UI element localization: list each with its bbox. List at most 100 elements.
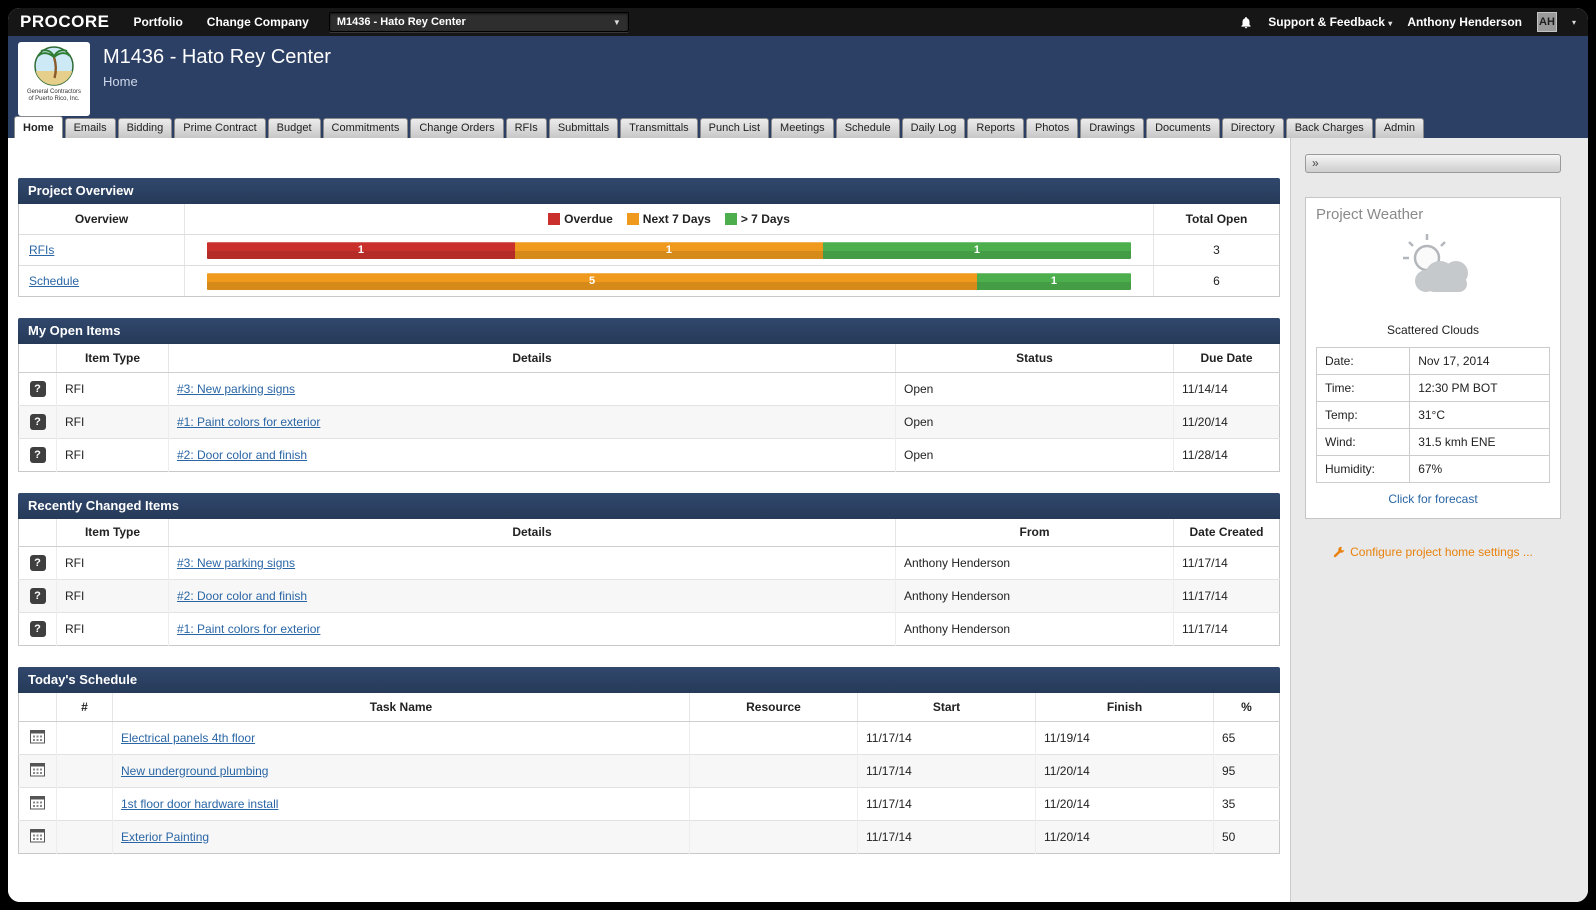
tab-drawings[interactable]: Drawings <box>1080 118 1145 138</box>
forecast-link[interactable]: Click for forecast <box>1316 492 1550 506</box>
table-row: ? RFI #1: Paint colors for exterior Anthony… <box>18 612 1280 646</box>
section-header-my-open-items: My Open Items <box>18 318 1280 344</box>
tab-directory[interactable]: Directory <box>1221 118 1284 138</box>
tab-budget[interactable]: Budget <box>267 118 321 138</box>
bar-segment: 1 <box>514 241 823 259</box>
tab-daily-log[interactable]: Daily Log <box>901 118 966 138</box>
moi-table: Item Type Details Status Due Date? RFI #3: Ne… <box>18 344 1280 472</box>
cell-task: New underground plumbing <box>112 753 690 787</box>
schedule-task-link[interactable]: New underground plumbing <box>121 764 268 778</box>
changed-item-link[interactable]: #3: New parking signs <box>177 556 295 570</box>
cell-status: Open <box>895 437 1174 471</box>
cell-from: Anthony Henderson <box>895 546 1174 580</box>
overview-item-link[interactable]: Schedule <box>29 274 79 288</box>
tab-meetings[interactable]: Meetings <box>771 118 834 138</box>
portfolio-link[interactable]: Portfolio <box>133 15 182 29</box>
column-header-from: From <box>895 518 1174 547</box>
calendar-icon <box>30 762 45 776</box>
weather-value: 31°C <box>1409 401 1550 429</box>
column-header-resource: Resource <box>689 693 858 722</box>
cell-finish: 11/20/14 <box>1035 819 1214 853</box>
tab-commitments[interactable]: Commitments <box>322 118 409 138</box>
column-header-item-type: Item Type <box>56 518 169 547</box>
bar-segment: 1 <box>822 241 1131 259</box>
tab-rfis[interactable]: RFIs <box>505 118 547 138</box>
cell-task: 1st floor door hardware install <box>112 786 690 820</box>
weather-row: Temp: 31°C <box>1315 401 1550 429</box>
legend-label: Next 7 Days <box>642 212 711 226</box>
cell-from: Anthony Henderson <box>895 612 1174 646</box>
icon-column-header <box>18 693 57 722</box>
table-row: 1st floor door hardware install 11/17/14 1… <box>18 786 1280 820</box>
tab-home[interactable]: Home <box>14 116 63 138</box>
column-header-finish: Finish <box>1035 693 1214 722</box>
overview-item-link[interactable]: RFIs <box>29 243 54 257</box>
weather-row: Wind: 31.5 kmh ENE <box>1315 428 1550 456</box>
schedule-task-link[interactable]: Exterior Painting <box>121 830 209 844</box>
configure-home-settings-link[interactable]: Configure project home settings ... <box>1305 545 1561 559</box>
cell-type: RFI <box>56 437 169 471</box>
content-area: Project Overview Overview Overdue Next 7 … <box>8 138 1588 902</box>
user-name-link[interactable]: Anthony Henderson <box>1407 15 1522 29</box>
open-item-link[interactable]: #3: New parking signs <box>177 382 295 396</box>
weather-details-table: Date: Nov 17, 2014 Time: 12:30 PM BOT Temp: 3… <box>1315 347 1550 483</box>
tab-admin[interactable]: Admin <box>1374 118 1424 138</box>
schedule-task-link[interactable]: 1st floor door hardware install <box>121 797 278 811</box>
open-item-link[interactable]: #1: Paint colors for exterior <box>177 415 320 429</box>
cell-date_created: 11/17/14 <box>1173 579 1280 613</box>
icon-column-header <box>18 518 57 547</box>
changed-item-link[interactable]: #1: Paint colors for exterior <box>177 622 320 636</box>
project-selector-dropdown[interactable]: M1436 - Hato Rey Center ▼ <box>328 12 629 32</box>
table-row: ? RFI #3: New parking signs Open 11/14/14 <box>18 371 1280 405</box>
cell-finish: 11/20/14 <box>1035 786 1214 820</box>
cell-type: RFI <box>56 371 169 405</box>
legend-swatch <box>548 213 561 225</box>
tab-emails[interactable]: Emails <box>64 118 116 138</box>
changed-item-link[interactable]: #2: Door color and finish <box>177 589 307 603</box>
rfi-icon: ? <box>29 588 46 604</box>
tab-schedule[interactable]: Schedule <box>835 118 900 138</box>
tab-back-charges[interactable]: Back Charges <box>1285 118 1373 138</box>
notifications-bell-icon[interactable] <box>1239 15 1253 30</box>
tab-documents[interactable]: Documents <box>1146 118 1220 138</box>
project-weather-panel: Project Weather Scattered Clouds Date: N… <box>1305 197 1561 519</box>
cell-details: #1: Paint colors for exterior <box>168 612 896 646</box>
legend-item: > 7 Days <box>724 212 790 226</box>
tab-bidding[interactable]: Bidding <box>117 118 173 138</box>
chevron-down-icon: ▼ <box>612 17 621 27</box>
weather-row: Time: 12:30 PM BOT <box>1315 374 1550 402</box>
tab-transmittals[interactable]: Transmittals <box>620 118 698 138</box>
palm-tree-logo-icon <box>34 46 74 86</box>
tab-reports[interactable]: Reports <box>967 118 1024 138</box>
legend-swatch <box>626 213 639 225</box>
open-item-link[interactable]: #2: Door color and finish <box>177 448 307 462</box>
legend-item: Overdue <box>548 212 613 226</box>
procore-logo[interactable]: PROCORE <box>20 12 109 32</box>
tab-punch-list[interactable]: Punch List <box>699 118 770 138</box>
support-feedback-link[interactable]: Support & Feedback ▾ <box>1268 15 1392 29</box>
icon-column-header <box>18 344 57 373</box>
change-company-link[interactable]: Change Company <box>207 15 309 29</box>
cell-finish: 11/20/14 <box>1035 753 1214 787</box>
sidebar-collapse-button[interactable]: » <box>1305 154 1561 173</box>
rfi-icon: ? <box>29 413 46 430</box>
tab-photos[interactable]: Photos <box>1025 118 1079 138</box>
weather-label: Temp: <box>1315 401 1411 429</box>
cell-due_date: 11/14/14 <box>1173 371 1280 405</box>
schedule-task-link[interactable]: Electrical panels 4th floor <box>121 731 255 745</box>
bar-segment: 1 <box>207 241 515 259</box>
company-logo: General Contractors of Puerto Rico, Inc. <box>18 42 90 116</box>
rfi-icon: ? <box>29 380 46 397</box>
user-avatar[interactable]: AH <box>1536 12 1557 32</box>
cell-num <box>56 720 113 754</box>
cell-pct: 50 <box>1213 819 1280 853</box>
column-header-details: Details <box>168 518 896 547</box>
calendar-icon <box>30 795 45 809</box>
tab-submittals[interactable]: Submittals <box>548 118 619 138</box>
chevron-down-icon[interactable]: ▾ <box>1572 18 1576 27</box>
tab-change-orders[interactable]: Change Orders <box>410 118 504 138</box>
tab-prime-contract[interactable]: Prime Contract <box>174 118 266 138</box>
cell-num <box>56 819 113 853</box>
column-header-start: Start <box>857 693 1036 722</box>
rfi-icon: ? <box>29 621 46 637</box>
